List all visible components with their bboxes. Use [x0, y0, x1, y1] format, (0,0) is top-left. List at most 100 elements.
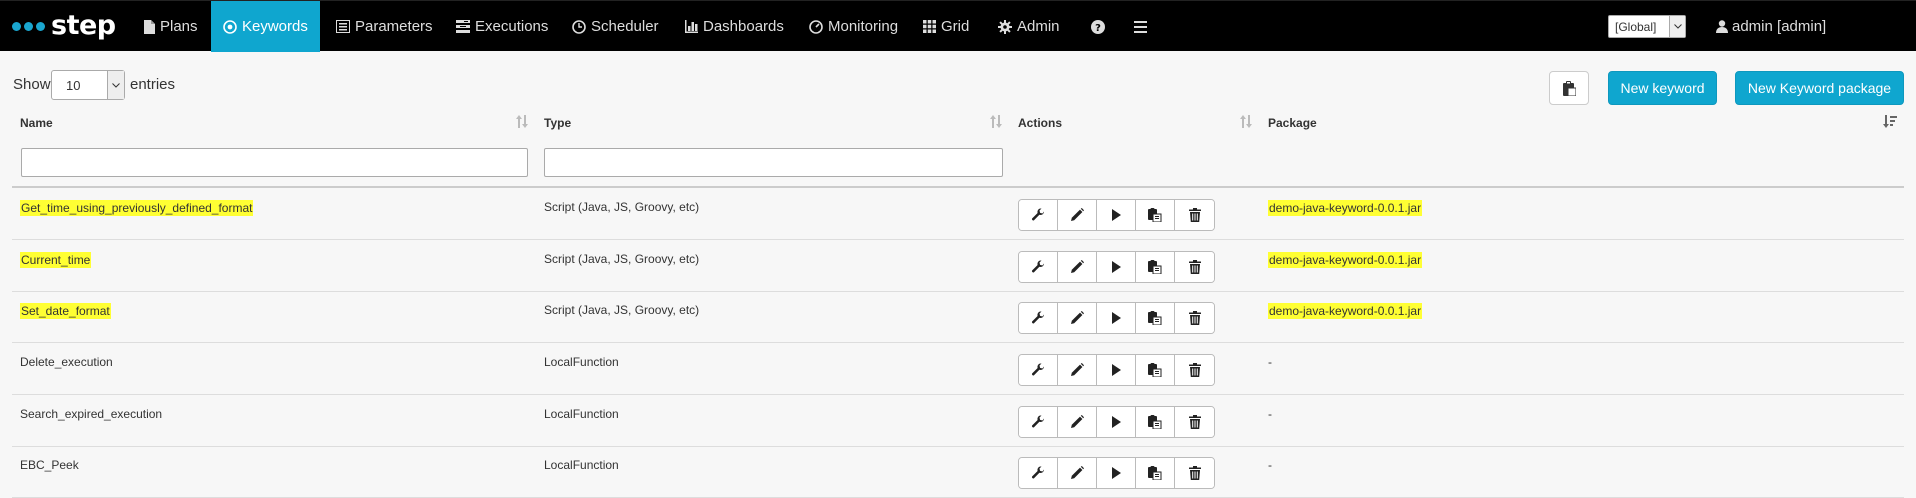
wrench-button[interactable] [1019, 200, 1058, 230]
column-header-type[interactable]: Type [544, 116, 571, 130]
brand-logo[interactable]: step [12, 9, 116, 43]
keyword-name[interactable]: Search_expired_execution [20, 407, 162, 421]
nav-dashboards[interactable]: Dashboards [673, 1, 796, 52]
row-actions [1018, 302, 1215, 334]
table-row[interactable]: Current_time Script (Java, JS, Groovy, et… [12, 241, 1904, 292]
keyword-package: - [1268, 355, 1272, 369]
wrench-button[interactable] [1019, 303, 1058, 333]
column-header-package[interactable]: Package [1268, 116, 1317, 130]
pencil-button[interactable] [1058, 407, 1097, 437]
trash-button[interactable] [1175, 355, 1214, 385]
user-name: admin [admin] [1732, 18, 1827, 35]
column-header-actions[interactable]: Actions [1018, 116, 1062, 130]
document-icon [144, 19, 155, 34]
nav-parameters-label: Parameters [355, 18, 433, 35]
copy-icon [1148, 208, 1162, 222]
table-row[interactable]: Search_expired_execution LocalFunction - [12, 396, 1904, 447]
table-row[interactable]: EBC_Peek LocalFunction - [12, 447, 1904, 498]
play-button[interactable] [1097, 200, 1136, 230]
nav-dashboards-label: Dashboards [703, 18, 784, 35]
wrench-button[interactable] [1019, 458, 1058, 488]
pencil-button[interactable] [1058, 355, 1097, 385]
table-row[interactable]: Delete_execution LocalFunction - [12, 344, 1904, 395]
trash-icon [1188, 363, 1201, 377]
play-button[interactable] [1097, 407, 1136, 437]
play-button[interactable] [1097, 355, 1136, 385]
keyword-name[interactable]: Get_time_using_previously_defined_format [20, 200, 254, 216]
nav-plans[interactable]: Plans [131, 1, 210, 52]
pencil-button[interactable] [1058, 200, 1097, 230]
copy-button[interactable] [1136, 355, 1175, 385]
nav-plans-label: Plans [160, 18, 198, 35]
pencil-button[interactable] [1058, 303, 1097, 333]
column-header-name[interactable]: Name [20, 116, 53, 130]
scope-select[interactable]: [Global] [1608, 15, 1686, 38]
copy-icon [1148, 260, 1162, 274]
clipboard-icon [1562, 80, 1576, 96]
sort-desc-icon[interactable] [1883, 115, 1897, 128]
copy-button[interactable] [1136, 252, 1175, 282]
copy-button[interactable] [1136, 458, 1175, 488]
trash-icon [1188, 260, 1201, 274]
top-navbar: step Plans Keywords Parameters Execution… [0, 0, 1916, 52]
nav-admin[interactable]: Admin [986, 1, 1072, 52]
keyword-type: LocalFunction [544, 407, 619, 421]
gear-icon [998, 19, 1012, 34]
nav-grid[interactable]: Grid [911, 1, 981, 52]
copy-button[interactable] [1136, 200, 1175, 230]
user-menu[interactable]: admin [admin] [1716, 1, 1826, 52]
wrench-button[interactable] [1019, 355, 1058, 385]
copy-icon [1148, 363, 1162, 377]
keyword-name[interactable]: Set_date_format [20, 303, 111, 319]
pencil-button[interactable] [1058, 252, 1097, 282]
page-size-select[interactable]: 10 [51, 70, 125, 100]
wrench-icon [1031, 208, 1045, 222]
pencil-button[interactable] [1058, 458, 1097, 488]
name-filter-input[interactable] [21, 148, 528, 177]
header-divider [12, 186, 1904, 188]
trash-button[interactable] [1175, 458, 1214, 488]
brand-dots-icon [12, 21, 45, 31]
keyword-type: LocalFunction [544, 355, 619, 369]
nav-parameters[interactable]: Parameters [324, 1, 445, 52]
wrench-button[interactable] [1019, 407, 1058, 437]
type-filter-input[interactable] [544, 148, 1003, 177]
wrench-button[interactable] [1019, 252, 1058, 282]
copy-icon [1148, 311, 1162, 325]
play-button[interactable] [1097, 252, 1136, 282]
nav-menu[interactable] [1124, 1, 1162, 52]
keyword-name[interactable]: Delete_execution [20, 355, 113, 369]
keyword-type: LocalFunction [544, 458, 619, 472]
pencil-icon [1070, 260, 1084, 274]
new-keyword-package-button[interactable]: New Keyword package [1735, 71, 1904, 105]
table-row[interactable]: Get_time_using_previously_defined_format… [12, 189, 1904, 240]
play-button[interactable] [1097, 458, 1136, 488]
page-size-value: 10 [66, 77, 81, 93]
sort-icon[interactable] [990, 115, 1002, 128]
new-keyword-button[interactable]: New keyword [1608, 71, 1717, 105]
trash-button[interactable] [1175, 407, 1214, 437]
copy-button[interactable] [1136, 303, 1175, 333]
trash-button[interactable] [1175, 252, 1214, 282]
nav-scheduler[interactable]: Scheduler [560, 1, 671, 52]
paste-keyword-button[interactable] [1549, 71, 1589, 105]
keyword-type: Script (Java, JS, Groovy, etc) [544, 303, 700, 317]
trash-icon [1188, 208, 1201, 222]
play-button[interactable] [1097, 303, 1136, 333]
trash-button[interactable] [1175, 200, 1214, 230]
copy-button[interactable] [1136, 407, 1175, 437]
keyword-type: Script (Java, JS, Groovy, etc) [544, 252, 700, 266]
sort-icon[interactable] [1240, 115, 1252, 128]
trash-button[interactable] [1175, 303, 1214, 333]
keyword-name[interactable]: Current_time [20, 252, 92, 268]
nav-help[interactable]: ? [1081, 1, 1120, 52]
nav-keywords[interactable]: Keywords [211, 1, 320, 52]
nav-monitoring[interactable]: Monitoring [797, 1, 910, 52]
keyword-name[interactable]: EBC_Peek [20, 458, 79, 472]
nav-grid-label: Grid [941, 18, 970, 35]
nav-executions[interactable]: Executions [444, 1, 560, 52]
keyword-package: demo-java-keyword-0.0.1.jar [1268, 200, 1423, 216]
sort-icon[interactable] [516, 115, 528, 128]
list-icon [336, 20, 350, 33]
table-row[interactable]: Set_date_format Script (Java, JS, Groovy,… [12, 292, 1904, 343]
